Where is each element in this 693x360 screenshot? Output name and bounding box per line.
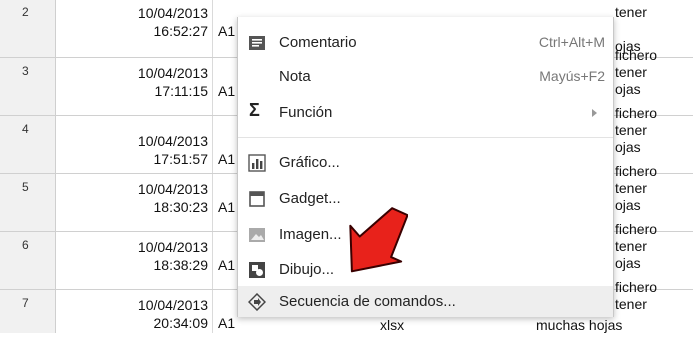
cell-right-line: ojas xyxy=(615,255,641,271)
cell-partial-xlsx[interactable]: xlsx xyxy=(380,317,404,360)
cell-col3-text: A1 xyxy=(218,83,236,99)
image-icon xyxy=(248,226,266,244)
cell-right-line: fichero xyxy=(615,221,658,237)
cell-right-line: tener xyxy=(615,64,647,80)
cell-right-line: ojas xyxy=(615,139,641,155)
cell-right-line: tener xyxy=(615,122,647,138)
cell-partial-hojas[interactable]: muchas hojas xyxy=(536,317,622,360)
date-cell[interactable]: 10/04/2013 16:52:27 xyxy=(57,0,213,57)
menu-separator xyxy=(238,137,613,138)
menu-item-label: Dibujo... xyxy=(279,261,335,278)
cell-col3-text: A1 xyxy=(218,23,236,39)
row-number[interactable]: 6 xyxy=(0,232,56,289)
drawing-icon xyxy=(248,261,266,279)
cell-right-line: fichero xyxy=(615,47,658,63)
cell-time: 18:38:29 xyxy=(153,257,209,273)
comment-icon xyxy=(248,34,266,52)
cell-right[interactable]: fichero tener xyxy=(615,279,693,333)
cell-time: 18:30:23 xyxy=(153,199,209,215)
cell-right-line: fichero xyxy=(615,163,658,179)
cell-right-line: tener xyxy=(615,238,647,254)
date-cell[interactable]: 10/04/2013 18:38:29 xyxy=(57,232,213,289)
cell-date: 10/04/2013 xyxy=(137,297,208,313)
cell-date: 10/04/2013 xyxy=(137,181,208,197)
cell-right-line: tener xyxy=(615,296,647,312)
date-cell[interactable]: 10/04/2013 18:30:23 xyxy=(57,174,213,231)
cell-col3-text: A1 xyxy=(218,151,236,167)
menu-item-funcion[interactable]: Σ Función xyxy=(238,98,613,128)
cell-right-line: tener xyxy=(615,180,647,196)
menu-item-label: Imagen... xyxy=(279,226,342,243)
cell-date: 10/04/2013 xyxy=(137,239,208,255)
cell-time: 20:34:09 xyxy=(153,315,209,331)
date-cell[interactable]: 10/04/2013 17:51:57 xyxy=(57,116,213,173)
submenu-arrow-icon xyxy=(592,109,597,117)
cell-right-line: fichero xyxy=(615,105,658,121)
cell-right-line: fichero xyxy=(615,279,658,295)
script-icon xyxy=(247,292,267,312)
menu-item-label: Gráfico... xyxy=(279,154,340,171)
menu-item-label: Secuencia de comandos... xyxy=(279,293,456,310)
menu-item-imagen[interactable]: Imagen... xyxy=(238,220,613,250)
date-cell[interactable]: 10/04/2013 17:11:15 xyxy=(57,58,213,115)
cell-date: 10/04/2013 xyxy=(137,5,208,21)
chart-icon xyxy=(248,154,266,172)
menu-item-gadget[interactable]: Gadget... xyxy=(238,184,613,214)
menu-item-comentario[interactable]: Comentario Ctrl+Alt+M xyxy=(238,28,613,58)
menu-item-secuencia-de-comandos[interactable]: Secuencia de comandos... xyxy=(238,286,613,317)
menu-item-shortcut: Ctrl+Alt+M xyxy=(538,34,605,50)
row-number[interactable]: 4 xyxy=(0,116,56,173)
cell-col3-text: A1 xyxy=(218,199,236,215)
insert-menu: Comentario Ctrl+Alt+M Nota Mayús+F2 Σ Fu… xyxy=(237,17,614,317)
cell-time: 17:51:57 xyxy=(153,151,209,167)
cell-right-line: ojas xyxy=(615,81,641,97)
sigma-icon: Σ xyxy=(249,100,260,120)
gadget-icon xyxy=(248,190,266,208)
cell-col3-text: A1 xyxy=(218,257,236,273)
cell-right-line: ojas xyxy=(615,197,641,213)
cell-date: 10/04/2013 xyxy=(137,133,208,149)
menu-item-label: Gadget... xyxy=(279,190,341,207)
cell-time: 17:11:15 xyxy=(154,83,208,99)
cell-time: 16:52:27 xyxy=(153,23,209,39)
menu-item-grafico[interactable]: Gráfico... xyxy=(238,148,613,178)
menu-item-label: Nota xyxy=(279,68,311,85)
menu-item-label: Comentario xyxy=(279,34,357,51)
row-number[interactable]: 2 xyxy=(0,0,56,57)
red-arrow-annotation-icon xyxy=(349,207,408,273)
row-number[interactable]: 7 xyxy=(0,290,56,333)
menu-item-dibujo[interactable]: Dibujo... xyxy=(238,255,613,285)
cell-right-line: tener xyxy=(615,4,647,20)
menu-item-label: Función xyxy=(279,104,333,121)
row-number[interactable]: 5 xyxy=(0,174,56,231)
cell-col3-text: A1 xyxy=(218,315,236,331)
menu-item-nota[interactable]: Nota Mayús+F2 xyxy=(238,62,613,92)
row-number[interactable]: 3 xyxy=(0,58,56,115)
cell-date: 10/04/2013 xyxy=(137,65,208,81)
menu-item-shortcut: Mayús+F2 xyxy=(539,68,605,84)
date-cell[interactable]: 10/04/2013 20:34:09 xyxy=(57,290,213,333)
